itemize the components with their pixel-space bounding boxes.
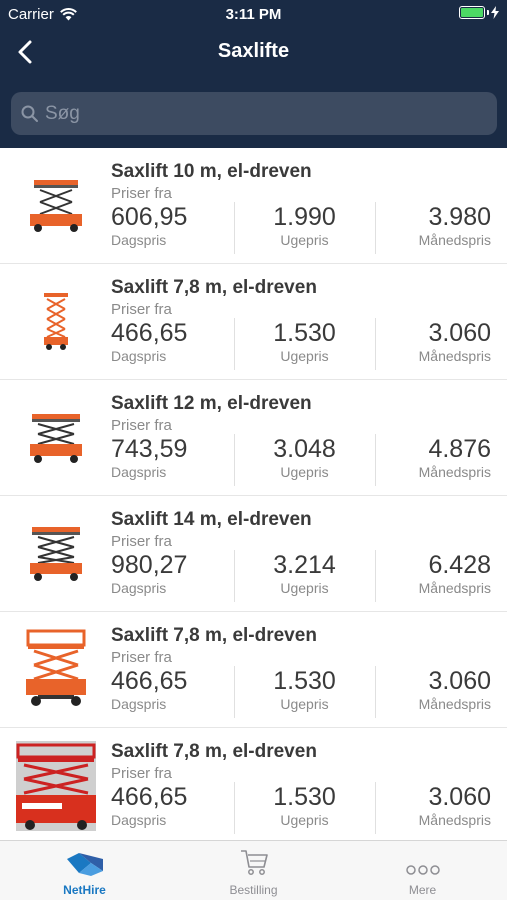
month-price-label: Månedspris — [418, 232, 491, 248]
month-price-label: Månedspris — [418, 348, 491, 364]
week-price-label: Ugepris — [280, 232, 329, 248]
month-price-label: Månedspris — [418, 464, 491, 480]
product-name: Saxlift 12 m, el-dreven — [111, 393, 312, 414]
month-price: 4.876 Månedspris — [375, 434, 491, 486]
prices-from-label: Priser fra — [111, 765, 172, 782]
list-item[interactable]: Saxlift 10 m, el-dreven Priser fra 606,9… — [0, 148, 507, 264]
header: Carrier 3:11 PM Saxlifte — [0, 0, 507, 148]
month-price-value: 3.060 — [428, 319, 491, 347]
page-title: Saxlifte — [217, 40, 290, 62]
day-price: 980,27 Dagspris — [111, 550, 233, 602]
tab-mere[interactable]: Mere — [338, 841, 507, 900]
list-item[interactable]: Saxlift 14 m, el-dreven Priser fra 980,2… — [0, 496, 507, 612]
month-price: 3.060 Månedspris — [375, 782, 491, 834]
list-item[interactable]: Saxlift 7,8 m, el-dreven Priser fra 466,… — [0, 612, 507, 728]
day-price-label: Dagspris — [111, 696, 167, 712]
month-price-label: Månedspris — [418, 812, 491, 828]
status-bar: Carrier 3:11 PM — [0, 0, 507, 28]
product-name: Saxlift 7,8 m, el-dreven — [111, 277, 317, 298]
month-price: 3.060 Månedspris — [375, 318, 491, 370]
week-price-value: 3.048 — [273, 435, 336, 463]
prices-from-label: Priser fra — [111, 185, 172, 202]
week-price-label: Ugepris — [280, 348, 329, 364]
week-price-value: 1.530 — [273, 783, 336, 811]
day-price-label: Dagspris — [111, 812, 167, 828]
day-price-value: 606,95 — [111, 203, 188, 231]
search-icon — [21, 105, 38, 122]
month-price-label: Månedspris — [418, 580, 491, 596]
week-price-label: Ugepris — [280, 464, 329, 480]
nav-bar: Saxlifte — [0, 30, 507, 74]
week-price-value: 1.530 — [273, 667, 336, 695]
tab-nethire[interactable]: NetHire — [0, 841, 169, 900]
week-price-label: Ugepris — [280, 812, 329, 828]
nethire-logo-icon — [66, 853, 103, 876]
list-item[interactable]: Saxlift 7,8 m, el-dreven Priser fra 466,… — [0, 264, 507, 380]
week-price: 1.990 Ugepris — [234, 202, 374, 254]
scissor-lift-image — [16, 622, 96, 718]
more-icon — [405, 865, 440, 875]
day-price-value: 980,27 — [111, 551, 188, 579]
prices-from-label: Priser fra — [111, 417, 172, 434]
battery-icon — [459, 6, 499, 19]
list-item[interactable]: Saxlift 7,8 m, el-dreven Priser fra 466,… — [0, 728, 507, 840]
clock: 3:11 PM — [225, 6, 282, 23]
day-price-label: Dagspris — [111, 464, 167, 480]
day-price: 466,65 Dagspris — [111, 666, 233, 718]
cart-icon — [240, 850, 268, 875]
month-price-value: 3.060 — [428, 783, 491, 811]
product-name: Saxlift 10 m, el-dreven — [111, 161, 312, 182]
week-price: 3.048 Ugepris — [234, 434, 374, 486]
week-price-value: 3.214 — [273, 551, 336, 579]
day-price-value: 466,65 — [111, 783, 188, 811]
week-price: 1.530 Ugepris — [234, 666, 374, 718]
scissor-lift-image — [16, 274, 96, 370]
day-price: 466,65 Dagspris — [111, 318, 233, 370]
day-price-label: Dagspris — [111, 580, 167, 596]
day-price-value: 466,65 — [111, 319, 188, 347]
scissor-lift-image — [16, 738, 96, 834]
product-list: Saxlift 10 m, el-dreven Priser fra 606,9… — [0, 148, 507, 840]
month-price: 6.428 Månedspris — [375, 550, 491, 602]
tab-label: NetHire — [63, 883, 106, 897]
month-price: 3.060 Månedspris — [375, 666, 491, 718]
week-price-value: 1.990 — [273, 203, 336, 231]
week-price-label: Ugepris — [280, 580, 329, 596]
list-item[interactable]: Saxlift 12 m, el-dreven Priser fra 743,5… — [0, 380, 507, 496]
day-price: 606,95 Dagspris — [111, 202, 233, 254]
prices-from-label: Priser fra — [111, 533, 172, 550]
week-price: 1.530 Ugepris — [234, 782, 374, 834]
week-price: 3.214 Ugepris — [234, 550, 374, 602]
product-name: Saxlift 7,8 m, el-dreven — [111, 741, 317, 762]
search-input[interactable] — [45, 92, 485, 135]
tab-bestilling[interactable]: Bestilling — [169, 841, 338, 900]
month-price-value: 4.876 — [428, 435, 491, 463]
prices-from-label: Priser fra — [111, 649, 172, 666]
tab-label: Bestilling — [229, 883, 278, 897]
day-price: 743,59 Dagspris — [111, 434, 233, 486]
month-price-value: 3.060 — [428, 667, 491, 695]
tab-label: Mere — [408, 883, 437, 897]
day-price-label: Dagspris — [111, 232, 167, 248]
scissor-lift-image — [16, 158, 96, 254]
charging-icon — [491, 6, 499, 19]
month-price-value: 3.980 — [428, 203, 491, 231]
week-price: 1.530 Ugepris — [234, 318, 374, 370]
search-bar[interactable] — [11, 92, 497, 135]
month-price-value: 6.428 — [428, 551, 491, 579]
scissor-lift-image — [16, 390, 96, 486]
day-price-label: Dagspris — [111, 348, 167, 364]
prices-from-label: Priser fra — [111, 301, 172, 318]
week-price-value: 1.530 — [273, 319, 336, 347]
day-price-value: 743,59 — [111, 435, 188, 463]
tab-bar: NetHire Bestilling Mere — [0, 840, 507, 900]
month-price-label: Månedspris — [418, 696, 491, 712]
week-price-label: Ugepris — [280, 696, 329, 712]
product-name: Saxlift 14 m, el-dreven — [111, 509, 312, 530]
scissor-lift-image — [16, 506, 96, 602]
day-price-value: 466,65 — [111, 667, 188, 695]
day-price: 466,65 Dagspris — [111, 782, 233, 834]
month-price: 3.980 Månedspris — [375, 202, 491, 254]
product-name: Saxlift 7,8 m, el-dreven — [111, 625, 317, 646]
